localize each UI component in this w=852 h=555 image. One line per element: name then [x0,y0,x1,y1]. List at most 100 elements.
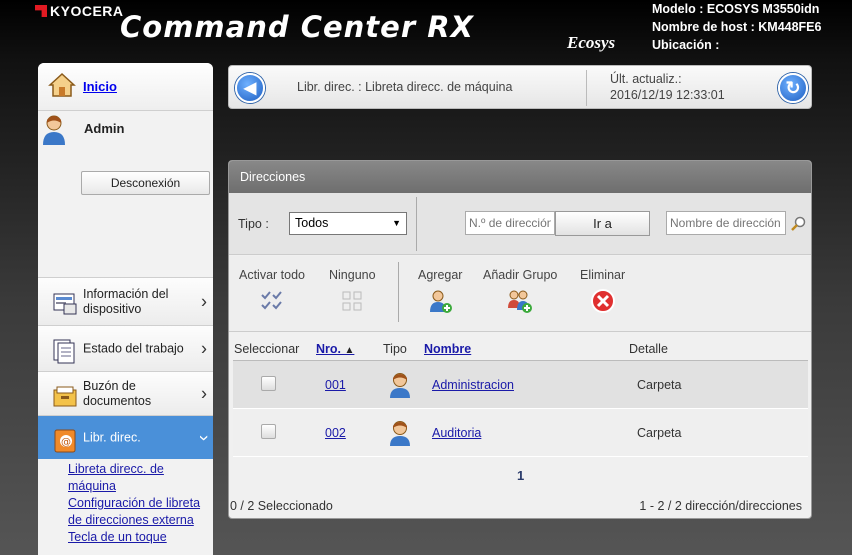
select-all-label: Activar todo [239,268,306,282]
sidebar-item-document-box[interactable]: Buzón de documentos › [38,371,213,415]
panel-title: Direcciones [229,161,811,193]
row-checkbox[interactable] [261,376,276,391]
delete-label: Eliminar [580,268,626,282]
device-info-icon [53,293,77,315]
uncheck-all-icon [342,291,362,311]
address-name-input[interactable] [666,211,786,235]
address-table: Seleccionar Nro. ▲ Tipo Nombre Detalle 0… [233,333,808,457]
sidebar-home[interactable]: Inicio [38,63,213,111]
col-type: Tipo [383,342,407,356]
row-number-link[interactable]: 002 [325,426,346,440]
breadcrumb: Libr. direc. : Libreta direcc. de máquin… [297,80,513,94]
submenu-external-address-book[interactable]: Configuración de libreta de direcciones … [68,495,213,529]
select-all-button[interactable]: Activar todo [239,268,305,314]
table-header: Seleccionar Nro. ▲ Tipo Nombre Detalle [233,333,808,361]
add-user-icon [430,290,453,313]
row-name-link[interactable]: Auditoria [432,426,481,440]
add-group-label: Añadir Grupo [483,268,558,282]
search-icon[interactable] [790,216,806,232]
col-select: Seleccionar [234,342,300,356]
sidebar-item-job-status[interactable]: Estado del trabajo › [38,325,213,371]
select-none-label: Ninguno [329,268,376,282]
result-range: 1 - 2 / 2 dirección/direcciones [639,499,802,513]
user-icon [43,115,65,145]
row-detail: Carpeta [637,378,682,392]
contact-user-icon [390,373,410,398]
address-book-submenu: Libreta direcc. de máquina Configuración… [68,461,213,546]
sidebar-item-label: Información del dispositivo [83,286,169,316]
col-name-sort[interactable]: Nombre [424,342,471,356]
sidebar-item-address-book[interactable]: @ Libr. direc. › [38,415,213,459]
go-to-button[interactable]: Ir a [555,211,650,236]
divider [398,262,399,322]
svg-text:@: @ [61,437,71,448]
device-host: Nombre de host : KM448FE6 [652,20,822,34]
home-icon [48,72,76,97]
arrow-left-icon: ◀ [243,80,257,97]
sidebar-item-label: Buzón de documentos [83,378,152,408]
sidebar-item-label: Estado del trabajo [83,341,184,355]
chevron-down-icon: › [194,434,214,441]
chevron-right-icon: › [201,291,207,311]
row-checkbox[interactable] [261,424,276,439]
address-book-icon: @ [54,429,76,453]
last-updated-label: Últ. actualiz.: [610,72,682,86]
page-number[interactable]: 1 [517,468,524,483]
type-label: Tipo : [238,217,269,231]
select-none-button[interactable]: Ninguno [329,268,376,314]
user-name: Admin [84,121,125,136]
brand-name: KYOCERA [50,3,124,19]
job-status-icon [53,339,75,364]
col-number-label: Nro. [316,342,341,356]
last-updated: Últ. actualiz.: 2016/12/19 12:33:01 [610,71,725,103]
selected-count: 0 / 2 Seleccionado [230,499,333,513]
delete-button[interactable]: Eliminar [580,268,625,314]
refresh-button[interactable]: ↻ [778,73,808,103]
contact-user-icon [390,421,410,446]
filter-bar: Tipo : Todos ▼ Ir a [229,193,811,255]
sidebar-item-device-info[interactable]: Información del dispositivo › [38,277,213,325]
row-number-link[interactable]: 001 [325,378,346,392]
kyocera-logo: KYOCERA [35,3,124,19]
top-bar: ◀ Libr. direc. : Libreta direcc. de máqu… [228,65,812,109]
check-all-icon [261,291,282,310]
document-box-icon [53,386,77,407]
address-number-input[interactable] [465,211,555,235]
sidebar-item-label: Libr. direc. [83,430,141,444]
table-row: 002 Auditoria Carpeta [233,409,808,457]
add-group-icon [508,290,533,313]
chevron-right-icon: › [201,338,207,358]
col-number-sort[interactable]: Nro. ▲ [316,342,354,356]
logout-button[interactable]: Desconexión [81,171,210,195]
row-detail: Carpeta [637,426,682,440]
submenu-machine-address-book[interactable]: Libreta direcc. de máquina [68,461,213,495]
type-select[interactable]: Todos ▼ [289,212,407,235]
col-detail: Detalle [629,342,668,356]
ecosys-logo: Ecosys [567,33,616,52]
sidebar-user: Admin Desconexión [38,111,213,277]
device-model: Modelo : ECOSYS M3550idn [652,2,820,16]
actions-bar: Activar todo Ninguno Agregar Añadir Grup… [229,256,811,332]
divider [416,197,417,251]
kyocera-mark-icon [35,5,47,17]
add-label: Agregar [418,268,463,282]
type-select-value: Todos [295,216,329,230]
table-row: 001 Administracion Carpeta [233,361,808,409]
pagination: 1 [229,458,811,488]
sidebar: Inicio Admin Desconexión Información del… [38,63,213,555]
sort-asc-icon: ▲ [344,345,355,356]
add-group-button[interactable]: Añadir Grupo [483,268,557,314]
chevron-right-icon: › [201,383,207,403]
app-title: Command Center RX [120,10,474,44]
submenu-one-touch-key[interactable]: Tecla de un toque [68,529,213,546]
add-button[interactable]: Agregar [418,268,462,314]
home-link[interactable]: Inicio [83,79,117,94]
last-updated-value: 2016/12/19 12:33:01 [610,88,725,102]
dropdown-arrow-icon: ▼ [392,218,401,228]
back-button[interactable]: ◀ [235,73,265,103]
divider [586,70,587,106]
delete-icon [590,289,615,313]
row-name-link[interactable]: Administracion [432,378,514,392]
device-location: Ubicación : [652,38,720,52]
refresh-icon: ↻ [785,77,801,98]
